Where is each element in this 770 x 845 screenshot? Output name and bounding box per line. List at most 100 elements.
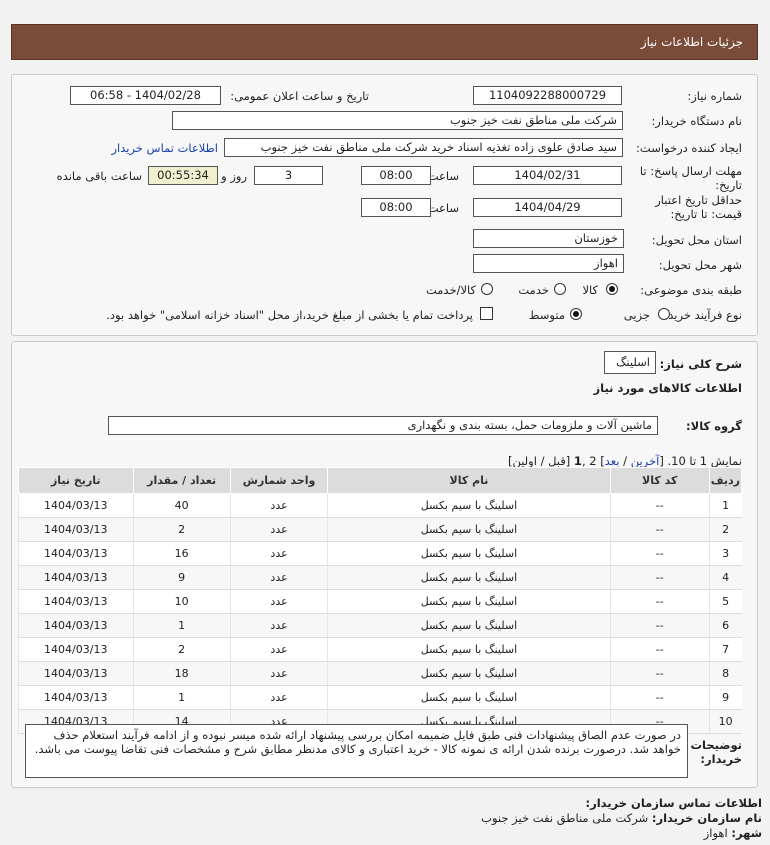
table-cell: اسلینگ با سیم بکسل <box>327 541 611 566</box>
deadline-time-label: ساعت <box>427 169 459 183</box>
table-cell: عدد <box>229 493 328 518</box>
category-label: طبقه بندی موضوعی: <box>640 283 742 297</box>
need-number-field: 1104092288000729 <box>473 86 622 105</box>
contact-buyer-link[interactable]: اطلاعات تماس خریدار <box>111 141 218 155</box>
province-label: استان محل تحویل: <box>651 233 742 247</box>
process-minor-radio[interactable] <box>658 308 670 320</box>
deadline-time-field: 08:00 <box>361 166 431 185</box>
table-cell: 9 <box>132 565 231 590</box>
table-cell: -- <box>609 589 710 614</box>
days-field: 3 <box>254 166 323 185</box>
table-cell: -- <box>609 541 710 566</box>
column-header: نام کالا <box>327 467 611 494</box>
table-cell: عدد <box>229 589 328 614</box>
table-cell: 10 <box>132 589 231 614</box>
process-medium-radio[interactable] <box>570 308 582 320</box>
table-cell: 1404/03/13 <box>18 637 134 662</box>
category-goods-label: کالا <box>582 283 598 297</box>
table-cell: 2 <box>132 517 231 542</box>
table-cell: 1404/03/13 <box>18 613 134 638</box>
process-medium-label: متوسط <box>528 308 565 322</box>
pagination: نمایش 1 تا 10. [آخرین / بعد] 2 ,1 [قبل /… <box>508 454 742 468</box>
pagination-prefix: نمایش 1 تا 10. [ <box>659 454 742 468</box>
table-cell: اسلینگ با سیم بکسل <box>327 637 611 662</box>
province-field: خوزستان <box>473 229 624 248</box>
category-both-radio[interactable] <box>481 283 493 295</box>
contact-city-value: اهواز <box>703 826 728 840</box>
pagination-next-link[interactable]: بعد <box>605 454 620 468</box>
column-header: تعداد / مقدار <box>132 467 231 494</box>
city-label: شهر محل تحویل: <box>658 258 742 272</box>
table-cell: 1404/03/13 <box>18 565 134 590</box>
column-header: ردیف <box>708 467 743 494</box>
table-row: 3 -- اسلینگ با سیم بکسل عدد 16 1404/03/13 <box>18 541 742 566</box>
table-row: 9 -- اسلینگ با سیم بکسل عدد 1 1404/03/13 <box>18 685 742 710</box>
contact-org-value: شرکت ملی مناطق نفت خیز جنوب <box>481 811 649 825</box>
category-service-label: خدمت <box>518 283 549 297</box>
table-cell: عدد <box>229 637 328 662</box>
remaining-time-field: 00:55:34 <box>148 166 218 185</box>
table-cell: 10 <box>708 709 742 734</box>
table-cell: عدد <box>229 541 328 566</box>
table-cell: -- <box>609 661 710 686</box>
table-row: 4 -- اسلینگ با سیم بکسل عدد 9 1404/03/13 <box>18 565 742 590</box>
table-cell: 9 <box>708 685 742 710</box>
table-cell: 1404/03/13 <box>18 517 134 542</box>
pagination-separator: / <box>619 454 631 468</box>
table-cell: 1 <box>132 685 231 710</box>
table-cell: 3 <box>708 541 742 566</box>
table-cell: 1404/03/13 <box>18 541 134 566</box>
table-cell: 40 <box>132 493 231 518</box>
treasury-payment-checkbox[interactable] <box>480 307 493 320</box>
table-cell: 1404/03/13 <box>18 493 134 518</box>
pagination-last-link[interactable]: آخرین <box>631 454 660 468</box>
city-field: اهواز <box>473 254 624 273</box>
table-cell: -- <box>609 685 710 710</box>
table-cell: اسلینگ با سیم بکسل <box>327 493 611 518</box>
pagination-suffix: [قبل / اولین] <box>507 454 574 468</box>
page-title: جزئیات اطلاعات نیاز <box>640 35 743 49</box>
announce-label: تاریخ و ساعت اعلان عمومی: <box>230 89 369 103</box>
table-row: 6 -- اسلینگ با سیم بکسل عدد 1 1404/03/13 <box>18 613 742 638</box>
table-row: 2 -- اسلینگ با سیم بکسل عدد 2 1404/03/13 <box>18 517 742 542</box>
table-cell: 1404/03/13 <box>18 685 134 710</box>
table-cell: عدد <box>229 685 328 710</box>
table-cell: 2 <box>132 637 231 662</box>
process-label: نوع فرآیند خرید : <box>660 308 742 322</box>
validity-label: حداقل تاریخ اعتبار قیمت: تا تاریخ: <box>655 193 742 221</box>
pagination-middle: ] 2 , <box>581 454 605 468</box>
treasury-payment-text: پرداخت تمام یا بخشی از مبلغ خرید،از محل … <box>106 308 473 322</box>
remaining-label: ساعت باقی مانده <box>56 169 142 183</box>
table-cell: 8 <box>708 661 742 686</box>
table-cell: -- <box>609 637 710 662</box>
table-cell: اسلینگ با سیم بکسل <box>327 589 611 614</box>
creator-field: سید صادق علوی زاده تغذیه اسناد خرید شرکت… <box>224 138 623 157</box>
table-cell: 4 <box>708 565 742 590</box>
table-cell: 18 <box>132 661 231 686</box>
category-goods-radio[interactable] <box>606 283 618 295</box>
summary-field: اسلینگ <box>604 351 656 374</box>
category-service-radio[interactable] <box>554 283 566 295</box>
table-cell: 6 <box>708 613 742 638</box>
table-cell: اسلینگ با سیم بکسل <box>327 685 611 710</box>
table-cell: 1404/03/13 <box>18 589 134 614</box>
page-header: جزئیات اطلاعات نیاز <box>11 24 758 60</box>
days-label: روز و <box>221 169 247 183</box>
table-cell: -- <box>609 565 710 590</box>
summary-label: شرح کلی نیاز: <box>659 357 742 371</box>
table-cell: عدد <box>229 613 328 638</box>
notes-label: توضیحات خریدار: <box>690 738 743 766</box>
table-cell: 1404/03/13 <box>18 661 134 686</box>
pagination-current: 1 <box>573 454 582 468</box>
table-cell: -- <box>609 517 710 542</box>
deadline-date-field: 1404/02/31 <box>473 166 622 185</box>
table-row: 8 -- اسلینگ با سیم بکسل عدد 18 1404/03/13 <box>18 661 742 686</box>
table-row: 7 -- اسلینگ با سیم بکسل عدد 2 1404/03/13 <box>18 637 742 662</box>
table-cell: -- <box>609 613 710 638</box>
deadline-label: مهلت ارسال پاسخ: تا تاریخ: <box>639 164 742 192</box>
table-cell: عدد <box>229 661 328 686</box>
contact-org: نام سازمان خریدار: شرکت ملی مناطق نفت خی… <box>481 811 762 825</box>
contact-heading: اطلاعات تماس سازمان خریدار: <box>585 796 762 810</box>
buyer-field: شرکت ملی مناطق نفت خیز جنوب <box>172 111 623 130</box>
table-cell: 5 <box>708 589 742 614</box>
